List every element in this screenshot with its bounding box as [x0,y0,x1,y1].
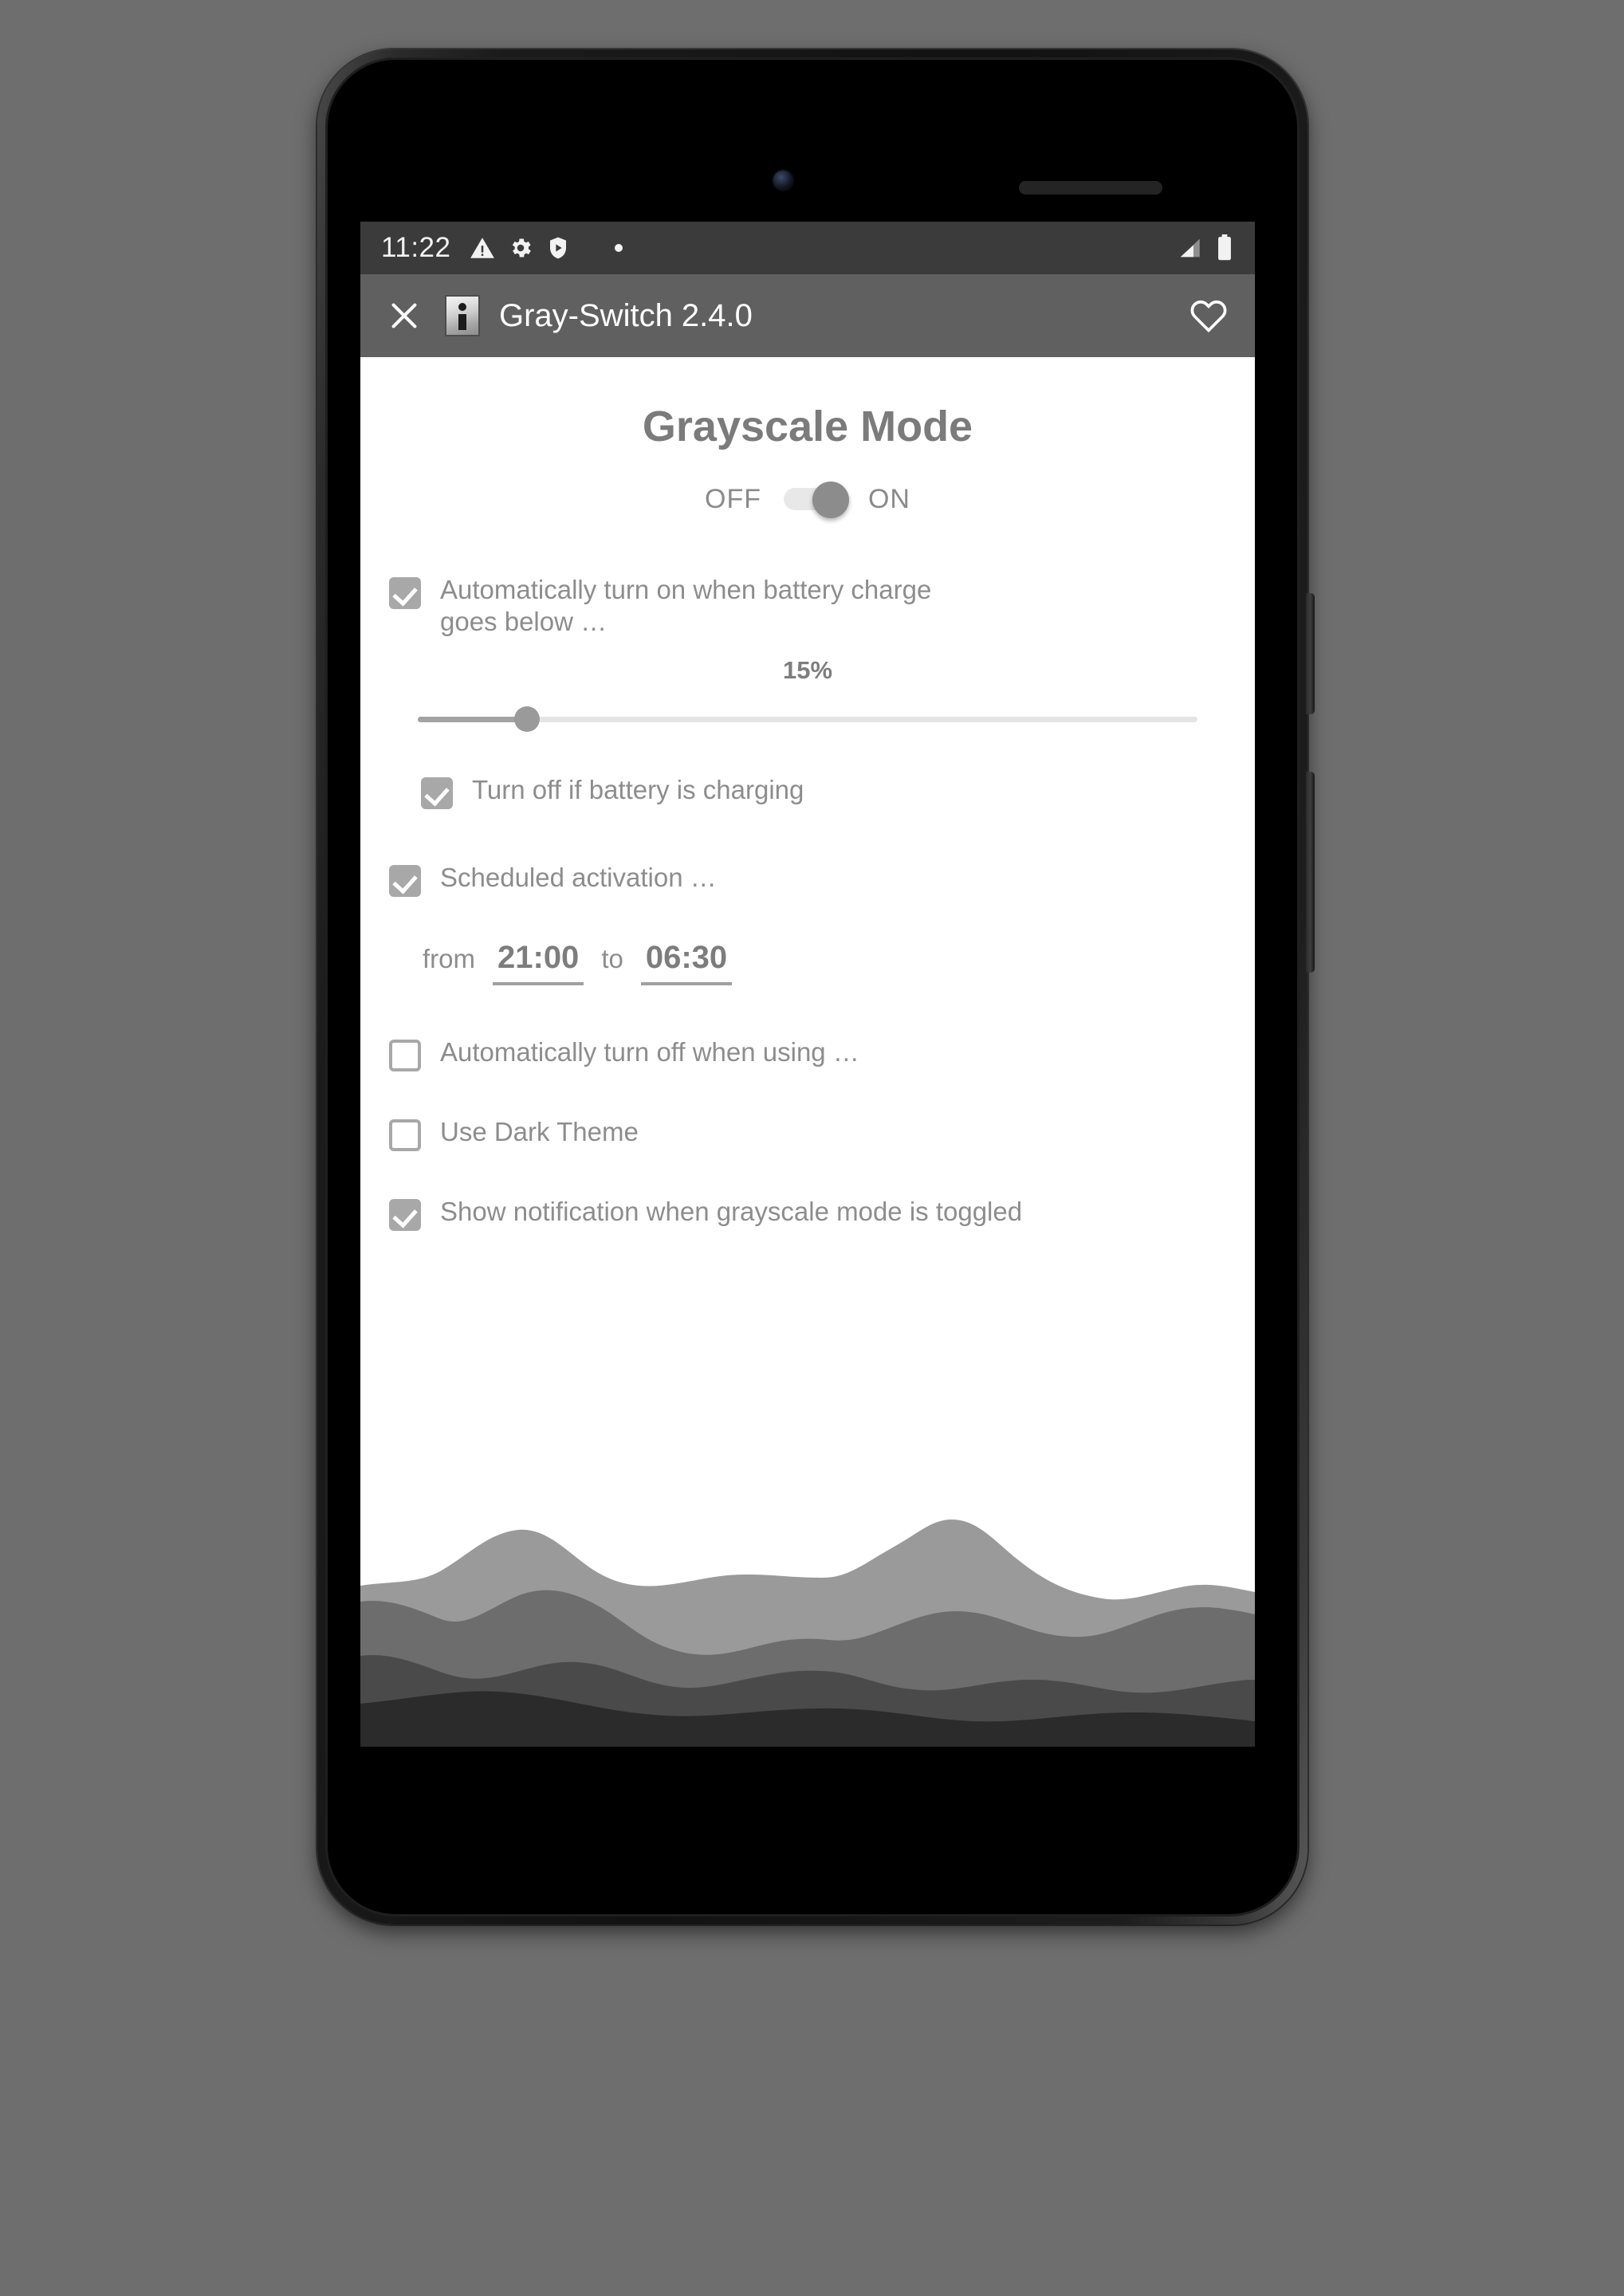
battery-full-icon [1215,234,1234,261]
schedule-from-label: from [423,943,475,973]
checkbox-auto-on-battery[interactable] [389,577,421,609]
checkbox-show-notification[interactable] [389,1198,421,1231]
heart-outline-icon[interactable] [1186,293,1231,338]
slider-fill [418,716,527,722]
label-turn-off-charging: Turn off if battery is charging [472,774,804,804]
warning-triangle-icon [469,234,496,261]
schedule-to-label: to [601,943,623,973]
label-use-dark-theme: Use Dark Theme [440,1116,639,1146]
info-app-icon [445,295,480,336]
app-icon-stem [458,314,466,330]
app-icon-dot [458,303,466,311]
slider-thumb[interactable] [513,706,540,732]
battery-threshold-slider[interactable] [418,706,1197,732]
app-bar: Gray-Switch 2.4.0 [360,274,1255,357]
checkbox-use-dark-theme[interactable] [389,1119,421,1151]
status-bar: 11:22 [360,222,1255,274]
label-show-notification: Show notification when grayscale mode is… [440,1196,1023,1226]
earpiece-speaker [1019,181,1162,195]
label-scheduled-activation: Scheduled activation … [440,862,717,892]
app-title: Gray-Switch 2.4.0 [499,297,753,333]
status-time: 11:22 [381,232,451,263]
gear-icon [508,235,533,261]
toggle-off-label: OFF [705,483,761,514]
label-auto-off-when-using: Automatically turn off when using … [440,1036,859,1067]
option-row-scheduled-activation[interactable]: Scheduled activation … [360,862,1255,897]
checkbox-scheduled-activation[interactable] [389,864,421,897]
schedule-from-time[interactable]: 21:00 [493,940,584,985]
mountain-landscape-image [360,1519,1255,1747]
switch-thumb [812,482,849,518]
power-button[interactable] [1306,593,1315,714]
checkbox-auto-off-when-using[interactable] [389,1039,421,1071]
battery-threshold-value: 15% [782,655,833,684]
close-icon[interactable] [384,296,424,336]
signal-bars-icon [1176,234,1203,261]
option-row-auto-on-battery[interactable]: Automatically turn on when battery charg… [360,574,1255,639]
label-auto-on-battery: Automatically turn on when battery charg… [440,575,932,637]
grayscale-mode-switch[interactable] [783,482,849,518]
option-row-auto-off-when-using[interactable]: Automatically turn off when using … [360,1036,1255,1071]
grayscale-mode-toggle-row: OFF ON [360,482,1255,518]
option-row-turn-off-charging[interactable]: Turn off if battery is charging [360,774,1255,809]
phone-screen: 11:22 Gray-Switch 2.4.0 Grayscale Mode O… [360,222,1255,1747]
page-title: Grayscale Mode [642,403,973,450]
option-row-show-notification[interactable]: Show notification when grayscale mode is… [360,1196,1255,1231]
notification-dot-icon [614,244,623,252]
checkbox-turn-off-charging[interactable] [421,776,453,809]
schedule-to-time[interactable]: 06:30 [640,940,733,985]
shield-play-icon [545,235,571,261]
schedule-time-row: from 21:00 to 06:30 [360,940,1255,985]
option-row-use-dark-theme[interactable]: Use Dark Theme [360,1116,1255,1151]
settings-content: Grayscale Mode OFF ON Automatically turn… [360,357,1255,1747]
front-camera-icon [773,171,792,190]
toggle-on-label: ON [867,483,910,514]
volume-button[interactable] [1306,772,1315,973]
